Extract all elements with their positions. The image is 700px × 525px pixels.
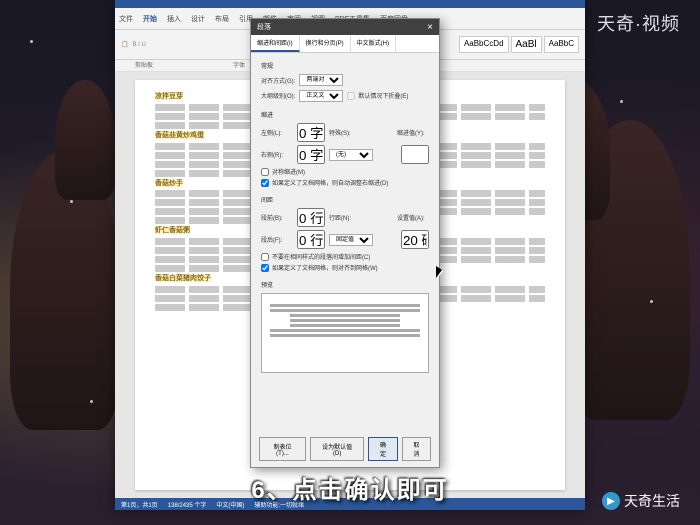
tab-home[interactable]: 开始 xyxy=(143,14,157,24)
alignment-label: 对齐方式(G): xyxy=(261,76,295,85)
special-label: 特殊(S): xyxy=(329,128,361,137)
collapsed-checkbox[interactable] xyxy=(347,92,355,100)
logo-icon: ▶ xyxy=(602,492,620,510)
doc-heading: 香菇韭黄炒鸡蛋 xyxy=(155,132,204,139)
tabs-button[interactable]: 制表位(T)... xyxy=(259,437,306,461)
style-normal[interactable]: AaBbCcDd xyxy=(459,36,509,53)
close-icon[interactable]: × xyxy=(427,22,433,33)
section-indent: 缩进 xyxy=(261,110,429,119)
status-lang[interactable]: 中文(中国) xyxy=(216,500,244,509)
left-indent-label: 左侧(L): xyxy=(261,128,293,137)
alignment-select[interactable]: 两端对齐 xyxy=(299,74,343,86)
watermark-top-right: 天奇·视频 xyxy=(597,10,680,36)
line-spacing-select[interactable]: 固定值 xyxy=(329,234,373,246)
after-label: 段后(F): xyxy=(261,235,293,244)
nospace-checkbox[interactable] xyxy=(261,253,269,261)
preview-box xyxy=(261,293,429,373)
watermark-bottom-right: ▶ 天奇生活 xyxy=(602,491,680,511)
tab-layout[interactable]: 布局 xyxy=(215,14,229,24)
dialog-titlebar[interactable]: 段落 × xyxy=(251,19,439,35)
set-default-button[interactable]: 设为默认值(D) xyxy=(310,437,364,461)
tab-line-breaks[interactable]: 换行和分页(P) xyxy=(300,35,351,52)
status-words[interactable]: 138/2435 个字 xyxy=(168,500,207,509)
tab-file[interactable]: 文件 xyxy=(119,14,133,24)
snap-grid-checkbox[interactable] xyxy=(261,264,269,272)
symmetric-checkbox[interactable] xyxy=(261,168,269,176)
style-heading2[interactable]: AaBbC xyxy=(544,36,579,53)
outline-select[interactable]: 正文文本 xyxy=(299,90,343,102)
doc-heading: 凉拌豆芽 xyxy=(155,93,183,100)
outline-label: 大纲级别(O): xyxy=(261,91,295,100)
titlebar xyxy=(115,0,585,8)
paragraph-dialog: 段落 × 缩进和间距(I) 换行和分页(P) 中文版式(H) 常规 对齐方式(G… xyxy=(250,18,440,468)
video-subtitle: 6、点击确认即可 xyxy=(251,470,448,505)
paste-icon[interactable]: 📋 xyxy=(121,41,128,48)
tab-insert[interactable]: 插入 xyxy=(167,14,181,24)
line-at-label: 设置值(A): xyxy=(397,213,429,222)
left-indent-input[interactable] xyxy=(297,123,325,142)
tab-design[interactable]: 设计 xyxy=(191,14,205,24)
special-by-label: 缩进值(Y): xyxy=(397,128,429,137)
section-preview: 预览 xyxy=(261,280,429,289)
before-input[interactable] xyxy=(297,208,325,227)
doc-heading: 香菇炒手 xyxy=(155,180,183,187)
right-indent-input[interactable] xyxy=(297,145,325,164)
after-input[interactable] xyxy=(297,230,325,249)
section-general: 常规 xyxy=(261,61,429,70)
section-spacing: 间距 xyxy=(261,195,429,204)
line-spacing-label: 行距(N): xyxy=(329,213,361,222)
font-tools[interactable]: B I U xyxy=(132,42,145,48)
status-page[interactable]: 第1页，共1页 xyxy=(121,500,158,509)
style-heading1[interactable]: AaBl xyxy=(511,36,542,53)
dialog-tabs: 缩进和间距(I) 换行和分页(P) 中文版式(H) xyxy=(251,35,439,53)
special-select[interactable]: (无) xyxy=(329,149,373,161)
doc-heading: 香菇白菜猪肉饺子 xyxy=(155,275,211,282)
tab-chinese[interactable]: 中文版式(H) xyxy=(351,35,396,52)
special-by-input[interactable] xyxy=(401,145,429,164)
auto-indent-checkbox[interactable] xyxy=(261,179,269,187)
cancel-button[interactable]: 取消 xyxy=(402,437,431,461)
right-indent-label: 右侧(R): xyxy=(261,150,293,159)
tab-indent-spacing[interactable]: 缩进和间距(I) xyxy=(251,35,300,52)
line-at-input[interactable] xyxy=(401,230,429,249)
cursor-icon xyxy=(436,266,446,280)
ok-button[interactable]: 确定 xyxy=(368,437,397,461)
dialog-title: 段落 xyxy=(257,22,271,32)
before-label: 段前(B): xyxy=(261,213,293,222)
doc-heading: 虾仁香菇粥 xyxy=(155,227,190,234)
